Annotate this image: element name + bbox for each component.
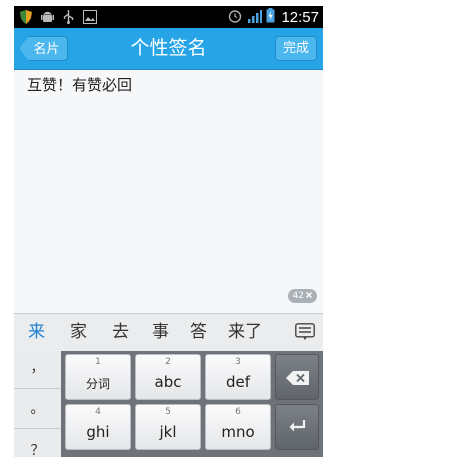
candidate-word[interactable]: 答 bbox=[190, 314, 207, 350]
alarm-icon bbox=[228, 8, 242, 27]
clear-icon bbox=[306, 289, 312, 303]
key-5[interactable]: 5 jkl bbox=[135, 404, 201, 450]
candidate-word[interactable]: 来 bbox=[28, 314, 45, 350]
key-3[interactable]: 3 def bbox=[205, 354, 271, 400]
keyboard-toggle-icon[interactable] bbox=[295, 323, 315, 341]
symbol-column: ， 。 ？ bbox=[14, 351, 61, 457]
backspace-key[interactable] bbox=[275, 354, 319, 400]
battery-charging-icon bbox=[266, 8, 275, 27]
signature-input[interactable]: 互赞！有赞必回 42 bbox=[14, 70, 323, 313]
key-number: 6 bbox=[235, 407, 241, 417]
phone-screen: 12:57 名片 个性签名 完成 互赞！有赞必回 42 来 家 去 事 答 来了… bbox=[14, 6, 323, 457]
key-label: ghi bbox=[86, 423, 110, 441]
backspace-icon bbox=[286, 370, 310, 389]
key-label: 分词 bbox=[85, 377, 110, 391]
status-bar: 12:57 bbox=[14, 6, 323, 28]
enter-icon bbox=[289, 419, 307, 438]
enter-key[interactable] bbox=[275, 404, 319, 450]
key-label: mno bbox=[221, 423, 255, 441]
candidate-word[interactable]: 事 bbox=[152, 314, 169, 350]
key-number: 2 bbox=[165, 357, 171, 367]
nav-bar: 名片 个性签名 完成 bbox=[14, 28, 323, 70]
key-number: 4 bbox=[95, 407, 101, 417]
done-button[interactable]: 完成 bbox=[275, 36, 317, 61]
remaining-count: 42 bbox=[292, 291, 304, 301]
symbol-key-question[interactable]: ？ bbox=[14, 429, 61, 457]
key-label: def bbox=[225, 373, 251, 391]
candidate-word[interactable]: 去 bbox=[112, 314, 129, 350]
key-number: 5 bbox=[165, 407, 171, 417]
symbol-key-comma[interactable]: ， bbox=[14, 351, 61, 389]
signal-icon bbox=[246, 8, 263, 27]
key-label: abc bbox=[154, 373, 182, 391]
key-number: 1 bbox=[95, 357, 101, 367]
key-6[interactable]: 6 mno bbox=[205, 404, 271, 450]
candidate-word[interactable]: 家 bbox=[70, 314, 87, 350]
android-icon bbox=[41, 9, 54, 28]
symbol-key-period[interactable]: 。 bbox=[14, 389, 61, 429]
key-2[interactable]: 2 abc bbox=[135, 354, 201, 400]
status-time: 12:57 bbox=[281, 8, 319, 26]
keyboard: ， 。 ？ 1 分词 2 abc 3 def 4 ghi 5 jkl 6 mno bbox=[14, 351, 323, 457]
candidate-word[interactable]: 来了 bbox=[228, 314, 262, 350]
image-icon bbox=[83, 9, 97, 28]
key-1[interactable]: 1 分词 bbox=[65, 354, 131, 400]
key-number: 3 bbox=[235, 357, 241, 367]
signature-text: 互赞！有赞必回 bbox=[27, 76, 133, 94]
candidate-bar: 来 家 去 事 答 来了 bbox=[14, 313, 323, 351]
key-label: jkl bbox=[159, 423, 177, 441]
shield-icon bbox=[20, 9, 32, 28]
key-4[interactable]: 4 ghi bbox=[65, 404, 131, 450]
char-counter[interactable]: 42 bbox=[287, 289, 317, 303]
usb-icon bbox=[63, 9, 74, 28]
